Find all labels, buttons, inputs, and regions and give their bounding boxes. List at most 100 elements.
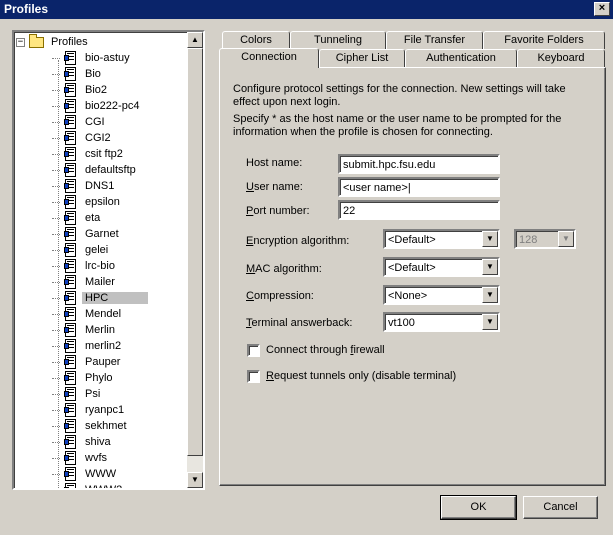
tree-item[interactable]: Mendel xyxy=(52,306,124,322)
tree-item[interactable]: CGI xyxy=(52,114,108,130)
profile-document-icon xyxy=(64,99,77,113)
tree-item[interactable]: bio-astuy xyxy=(52,50,133,66)
tree-connector xyxy=(52,89,60,91)
tab-connection[interactable]: Connection xyxy=(219,48,319,68)
tree-item[interactable]: HPC xyxy=(52,290,149,306)
tree-connector xyxy=(52,169,60,171)
encryption-select[interactable]: <Default> ▼ xyxy=(383,229,500,249)
tree-item-label: epsilon xyxy=(85,196,120,208)
tab-cipher-list[interactable]: Cipher List xyxy=(319,49,405,67)
tree-connector xyxy=(52,393,60,395)
user-name-label-text: ser name: xyxy=(253,181,303,193)
tree-item[interactable]: Merlin xyxy=(52,322,118,338)
tree-item[interactable]: lrc-bio xyxy=(52,258,118,274)
chevron-down-icon[interactable]: ▼ xyxy=(482,287,498,303)
profile-document-icon xyxy=(64,83,77,97)
tree-item[interactable]: DNS1 xyxy=(52,178,117,194)
tree-connector xyxy=(52,185,60,187)
scroll-thumb[interactable] xyxy=(187,48,203,456)
tree-item[interactable]: WWW2 xyxy=(52,482,125,488)
ok-button[interactable]: OK xyxy=(440,495,517,520)
profile-document-icon xyxy=(64,323,77,337)
tree-root[interactable]: − Profiles xyxy=(16,33,91,50)
compression-label: Compression: xyxy=(246,287,314,305)
encryption-label-text: ncryption algorithm: xyxy=(253,235,350,247)
profiles-tree[interactable]: − Profiles bio-astuy Bio Bio2 bio222-pc4 CGI… xyxy=(12,30,205,490)
tree-item[interactable]: sekhmet xyxy=(52,418,130,434)
tree-item-label: wvfs xyxy=(85,452,107,464)
user-name-input[interactable]: <user name>| xyxy=(338,177,500,197)
tree-item-label: bio222-pc4 xyxy=(85,100,140,112)
port-number-label: Port number: xyxy=(246,202,310,220)
tree-item[interactable]: Bio2 xyxy=(52,82,110,98)
tab-authentication[interactable]: Authentication xyxy=(405,49,517,67)
tree-item-label: Pauper xyxy=(85,356,121,368)
close-button[interactable]: × xyxy=(594,2,610,16)
tree-item[interactable]: Bio xyxy=(52,66,104,82)
tree-item-label: Garnet xyxy=(85,228,119,240)
tree-item[interactable]: wvfs xyxy=(52,450,110,466)
mac-label-accel: M xyxy=(246,263,256,275)
cancel-button[interactable]: Cancel xyxy=(523,496,598,519)
tree-scrollbar[interactable]: ▲ ▼ xyxy=(187,32,203,488)
tree-item[interactable]: Phylo xyxy=(52,370,116,386)
profile-document-icon xyxy=(64,147,77,161)
tree-item-label: CGI2 xyxy=(85,132,111,144)
tree-connector xyxy=(52,137,60,139)
tree-item[interactable]: merlin2 xyxy=(52,338,124,354)
tab-tunneling[interactable]: Tunneling xyxy=(290,31,386,49)
chevron-down-icon[interactable]: ▼ xyxy=(482,314,498,330)
tree-item[interactable]: gelei xyxy=(52,242,111,258)
profile-document-icon xyxy=(64,339,77,353)
tab-file-transfer[interactable]: File Transfer xyxy=(386,31,483,49)
collapse-icon[interactable]: − xyxy=(16,37,25,47)
tree-item-label: WWW xyxy=(85,468,117,480)
tree-item-label: Mailer xyxy=(85,276,115,288)
tree-connector xyxy=(52,361,60,363)
port-number-input[interactable]: 22 xyxy=(338,200,500,220)
tree-connector xyxy=(52,217,60,219)
tree-item[interactable]: Pauper xyxy=(52,354,123,370)
tree-item[interactable]: Mailer xyxy=(52,274,118,290)
tree-item-label: Bio2 xyxy=(85,84,108,96)
tunnels-only-label-accel: R xyxy=(266,370,274,382)
tree-item[interactable]: Garnet xyxy=(52,226,122,242)
chevron-down-icon[interactable]: ▼ xyxy=(482,231,498,247)
wildcard-hint-text: Specify * as the host name or the user n… xyxy=(233,113,562,138)
scroll-down-button[interactable]: ▼ xyxy=(187,472,203,488)
tree-item[interactable]: ryanpc1 xyxy=(52,402,127,418)
tree-item-label: sekhmet xyxy=(85,420,127,432)
mac-select[interactable]: <Default> ▼ xyxy=(383,257,500,277)
tree-item[interactable]: epsilon xyxy=(52,194,123,210)
compression-select[interactable]: <None> ▼ xyxy=(383,285,500,305)
scroll-up-button[interactable]: ▲ xyxy=(187,32,203,48)
tunnels-only-option[interactable]: Request tunnels only (disable terminal) xyxy=(247,368,456,384)
tree-item[interactable]: shiva xyxy=(52,434,114,450)
tree-item-label: defaultsftp xyxy=(85,164,136,176)
profile-document-icon xyxy=(64,355,77,369)
tree-item-label: Merlin xyxy=(85,324,115,336)
firewall-checkbox[interactable] xyxy=(247,343,260,357)
tree-item[interactable]: defaultsftp xyxy=(52,162,139,178)
tab-keyboard[interactable]: Keyboard xyxy=(517,49,605,67)
tab-favorite-folders[interactable]: Favorite Folders xyxy=(483,31,605,49)
tree-item[interactable]: WWW xyxy=(52,466,119,482)
tab-colors[interactable]: Colors xyxy=(222,31,290,49)
tree-item[interactable]: bio222-pc4 xyxy=(52,98,142,114)
tree-item-label: CGI xyxy=(85,116,105,128)
chevron-down-icon[interactable]: ▼ xyxy=(482,259,498,275)
tunnels-only-checkbox[interactable] xyxy=(247,369,260,383)
terminal-answerback-select[interactable]: vt100 ▼ xyxy=(383,312,500,332)
tree-item-label: csit ftp2 xyxy=(85,148,123,160)
tree-item[interactable]: CGI2 xyxy=(52,130,114,146)
folder-icon xyxy=(29,33,44,48)
tree-item[interactable]: eta xyxy=(52,210,103,226)
compression-label-text: ompression: xyxy=(253,290,314,302)
profile-document-icon xyxy=(64,243,77,257)
firewall-label-text: irewall xyxy=(353,344,385,356)
host-name-input[interactable]: submit.hpc.fsu.edu xyxy=(338,154,500,174)
tree-connector xyxy=(52,377,60,379)
firewall-option[interactable]: Connect through firewall xyxy=(247,342,385,358)
tree-item[interactable]: csit ftp2 xyxy=(52,146,126,162)
tree-item[interactable]: Psi xyxy=(52,386,103,402)
